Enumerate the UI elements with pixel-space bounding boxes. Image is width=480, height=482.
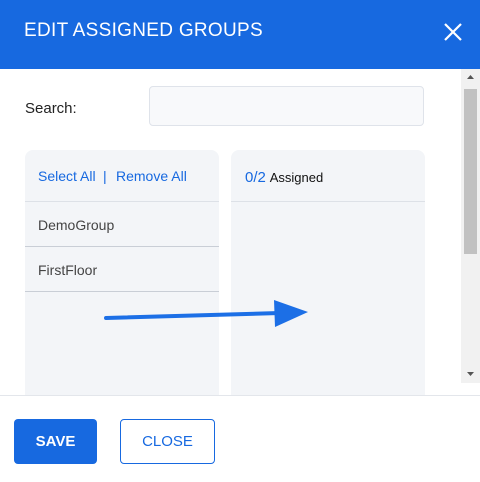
list-item-label: DemoGroup <box>38 217 115 233</box>
close-icon[interactable] <box>443 22 463 42</box>
assigned-groups-panel: 0/2 Assigned <box>231 150 425 395</box>
available-groups-panel: Select All | Remove All DemoGroup FirstF… <box>25 150 219 395</box>
scroll-thumb[interactable] <box>464 89 477 254</box>
scroll-up-icon[interactable] <box>461 69 480 86</box>
save-button[interactable]: SAVE <box>14 419 97 464</box>
dialog-title: EDIT ASSIGNED GROUPS <box>24 20 263 41</box>
assigned-count: 0/2 Assigned <box>245 169 323 186</box>
close-button[interactable]: CLOSE <box>120 419 215 464</box>
list-item-label: FirstFloor <box>38 262 98 278</box>
list-item-demogroup[interactable]: DemoGroup <box>25 202 219 247</box>
available-panel-header: Select All | Remove All <box>25 150 219 202</box>
dialog-footer: SAVE CLOSE <box>0 395 480 482</box>
link-separator: | <box>103 168 107 184</box>
arrow-right-icon <box>104 296 309 331</box>
list-item-firstfloor[interactable]: FirstFloor <box>25 247 219 292</box>
remove-all-link[interactable]: Remove All <box>116 168 187 184</box>
search-label: Search: <box>25 100 77 117</box>
dialog-body: Search: Select All | Remove All DemoGrou… <box>0 69 480 395</box>
assigned-count-label: Assigned <box>269 170 324 185</box>
select-all-link[interactable]: Select All <box>38 168 96 184</box>
assigned-count-value: 0/2 <box>245 169 266 186</box>
search-input[interactable] <box>149 86 424 126</box>
dialog-header: EDIT ASSIGNED GROUPS <box>0 0 480 69</box>
vertical-scrollbar[interactable] <box>461 69 480 383</box>
assigned-panel-header: 0/2 Assigned <box>231 150 425 202</box>
scroll-down-icon[interactable] <box>461 366 480 383</box>
